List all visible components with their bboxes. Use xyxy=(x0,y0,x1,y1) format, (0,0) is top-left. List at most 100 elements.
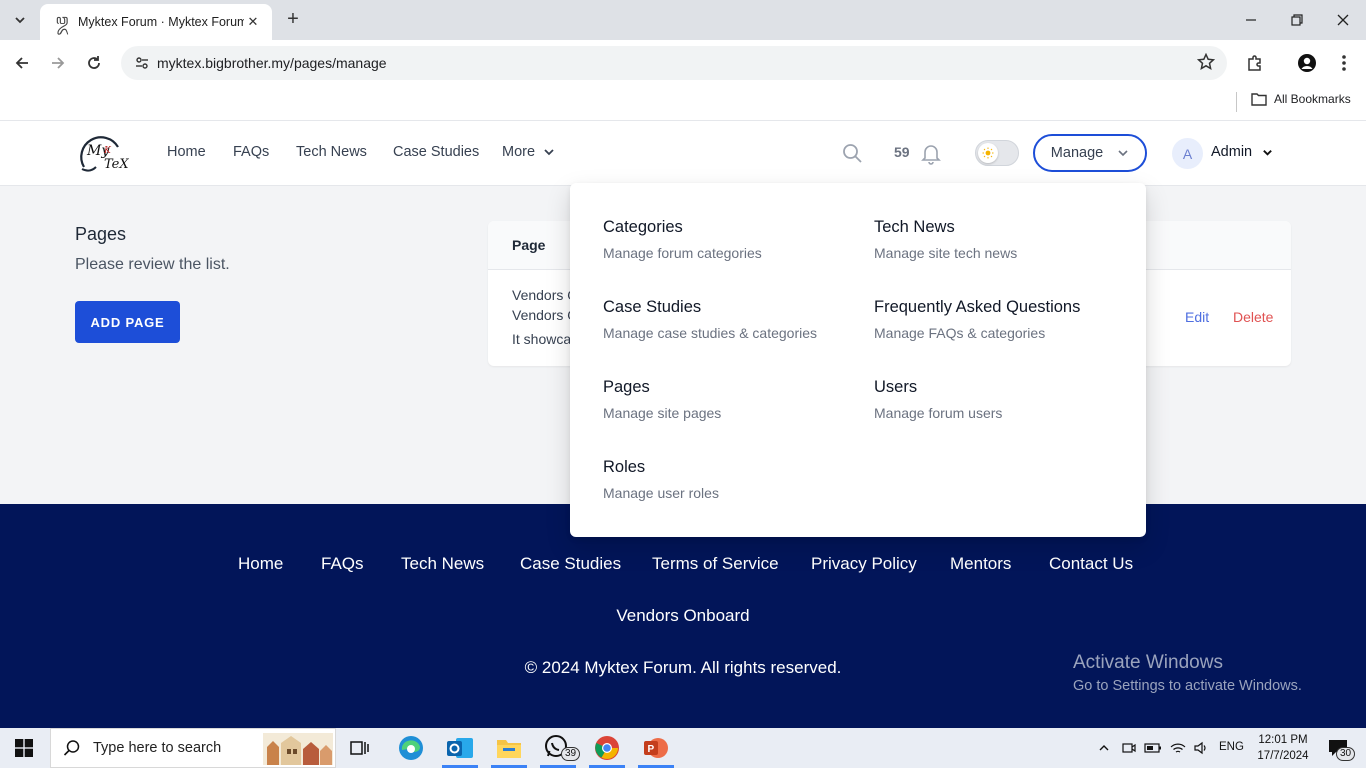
forward-button[interactable] xyxy=(44,49,72,77)
new-tab-button[interactable]: + xyxy=(282,8,304,30)
volume-icon[interactable] xyxy=(1190,728,1212,768)
restore-button[interactable] xyxy=(1274,6,1320,34)
footer-link-home[interactable]: Home xyxy=(238,554,283,574)
browser-tab[interactable]: ꦎ Myktex Forum · Myktex Forum ✕ xyxy=(40,4,272,40)
menu-item-desc: Manage site tech news xyxy=(874,245,1018,261)
edit-link[interactable]: Edit xyxy=(1185,309,1209,325)
more-vertical-icon xyxy=(1342,55,1346,71)
reload-icon xyxy=(88,56,100,69)
nav-home[interactable]: Home xyxy=(167,144,206,160)
minimize-button[interactable] xyxy=(1228,6,1274,34)
all-bookmarks-button[interactable]: All Bookmarks xyxy=(1251,92,1351,106)
manage-dropdown-button[interactable]: Manage xyxy=(1033,134,1147,172)
menu-item-tech-news[interactable]: Tech News Manage site tech news xyxy=(874,218,1017,261)
theme-toggle[interactable] xyxy=(975,140,1019,166)
nav-more-menu[interactable]: More xyxy=(502,144,555,160)
task-view-icon xyxy=(350,741,369,755)
menu-item-categories[interactable]: Categories Manage forum categories xyxy=(603,218,762,261)
search-icon[interactable] xyxy=(840,141,864,165)
vendors-onboard-label[interactable]: Vendors Onboard xyxy=(616,606,749,625)
user-menu[interactable]: Admin xyxy=(1211,144,1273,160)
footer-link-tech-news[interactable]: Tech News xyxy=(401,554,484,574)
taskbar-chrome[interactable] xyxy=(583,728,631,768)
footer-link-mentors[interactable]: Mentors xyxy=(950,554,1011,574)
menu-item-roles[interactable]: Roles Manage user roles xyxy=(603,458,719,501)
search-icon xyxy=(63,740,80,756)
add-page-button[interactable]: ADD PAGE xyxy=(75,301,180,343)
battery-icon[interactable] xyxy=(1142,728,1164,768)
menu-item-faqs[interactable]: Frequently Asked Questions Manage FAQs &… xyxy=(874,298,1080,341)
menu-item-desc: Manage user roles xyxy=(603,485,719,501)
address-bar[interactable]: myktex.bigbrother.my/pages/manage xyxy=(121,46,1227,80)
svg-text:TeX: TeX xyxy=(104,157,129,172)
bell-icon[interactable] xyxy=(919,141,943,165)
footer-link-contact[interactable]: Contact Us xyxy=(1049,554,1133,574)
site-logo[interactable]: My K TeX xyxy=(74,133,134,175)
footer-link-vendors-onboard[interactable]: Vendors Onboard xyxy=(0,606,1366,626)
taskbar-powerpoint[interactable]: P xyxy=(632,728,680,768)
taskbar-edge[interactable] xyxy=(387,728,435,768)
taskbar-file-explorer[interactable] xyxy=(485,728,533,768)
start-button[interactable] xyxy=(0,728,48,768)
taskbar-whatsapp[interactable]: 39 xyxy=(534,728,582,768)
nav-faqs[interactable]: FAQs xyxy=(233,144,269,160)
taskbar-outlook[interactable] xyxy=(436,728,484,768)
browser-tabstrip: ꦎ Myktex Forum · Myktex Forum ✕ + xyxy=(0,0,1366,40)
footer-link-privacy[interactable]: Privacy Policy xyxy=(811,554,917,574)
browser-toolbar: myktex.bigbrother.my/pages/manage xyxy=(0,40,1366,86)
profile-button[interactable] xyxy=(1293,49,1321,77)
outlook-icon xyxy=(447,738,473,758)
delete-link[interactable]: Delete xyxy=(1233,309,1273,325)
close-icon xyxy=(1337,14,1349,26)
menu-item-desc: Manage case studies & categories xyxy=(603,325,818,341)
chevron-down-icon xyxy=(544,149,554,156)
menu-item-pages[interactable]: Pages Manage site pages xyxy=(603,378,721,421)
bookmark-star-icon[interactable] xyxy=(1196,52,1216,76)
avatar[interactable]: A xyxy=(1172,138,1203,169)
nav-tech-news[interactable]: Tech News xyxy=(296,144,367,160)
close-window-button[interactable] xyxy=(1320,6,1366,34)
close-tab-icon[interactable]: ✕ xyxy=(244,13,262,31)
manage-label: Manage xyxy=(1050,145,1104,161)
taskbar-search-placeholder: Type here to search xyxy=(93,740,222,756)
menu-item-users[interactable]: Users Manage forum users xyxy=(874,378,1002,421)
clock-time: 12:01 PM xyxy=(1258,734,1308,746)
activate-subtitle: Go to Settings to activate Windows. xyxy=(1073,678,1302,694)
menu-item-case-studies[interactable]: Case Studies Manage case studies & categ… xyxy=(603,298,817,341)
taskbar-search-box[interactable]: Type here to search xyxy=(50,728,336,768)
profile-icon xyxy=(1298,54,1316,72)
task-view-button[interactable] xyxy=(336,728,384,768)
browser-menu-button[interactable] xyxy=(1330,49,1358,77)
column-header-page: Page xyxy=(512,237,546,253)
site-settings-icon[interactable] xyxy=(131,52,153,74)
nav-case-studies[interactable]: Case Studies xyxy=(393,144,479,160)
taskbar-clock[interactable]: 12:01 PM 17/7/2024 xyxy=(1252,732,1314,764)
footer-link-terms[interactable]: Terms of Service xyxy=(652,554,779,574)
chevron-down-icon xyxy=(1118,150,1128,157)
meet-now-icon[interactable] xyxy=(1118,728,1140,768)
menu-item-title: Frequently Asked Questions xyxy=(874,298,1081,316)
arrow-right-icon xyxy=(52,57,65,69)
whatsapp-badge: 39 xyxy=(561,747,581,761)
page-subtitle: Please review the list. xyxy=(75,256,230,273)
extensions-button[interactable] xyxy=(1241,49,1269,77)
folder-icon xyxy=(1251,93,1267,106)
url-text: myktex.bigbrother.my/pages/manage xyxy=(157,55,387,71)
clock-date: 17/7/2024 xyxy=(1257,750,1309,762)
tab-search-button[interactable] xyxy=(8,8,32,32)
show-hidden-icons-button[interactable] xyxy=(1094,728,1114,768)
network-icon[interactable] xyxy=(1167,728,1189,768)
site-footer: Home FAQs Tech News Case Studies Terms o… xyxy=(0,504,1366,728)
menu-item-desc: Manage forum users xyxy=(874,405,1003,421)
footer-link-case-studies[interactable]: Case Studies xyxy=(520,554,621,574)
footer-link-faqs[interactable]: FAQs xyxy=(321,554,364,574)
activate-title: Activate Windows xyxy=(1073,652,1223,673)
language-indicator[interactable]: ENG xyxy=(1219,741,1244,753)
back-button[interactable] xyxy=(8,49,36,77)
menu-item-desc: Manage forum categories xyxy=(603,245,762,261)
reload-button[interactable] xyxy=(80,49,108,77)
notification-center-button[interactable]: 30 xyxy=(1320,728,1356,768)
menu-item-title: Case Studies xyxy=(603,298,702,316)
restore-icon xyxy=(1291,14,1303,26)
notification-count: 59 xyxy=(894,144,910,160)
